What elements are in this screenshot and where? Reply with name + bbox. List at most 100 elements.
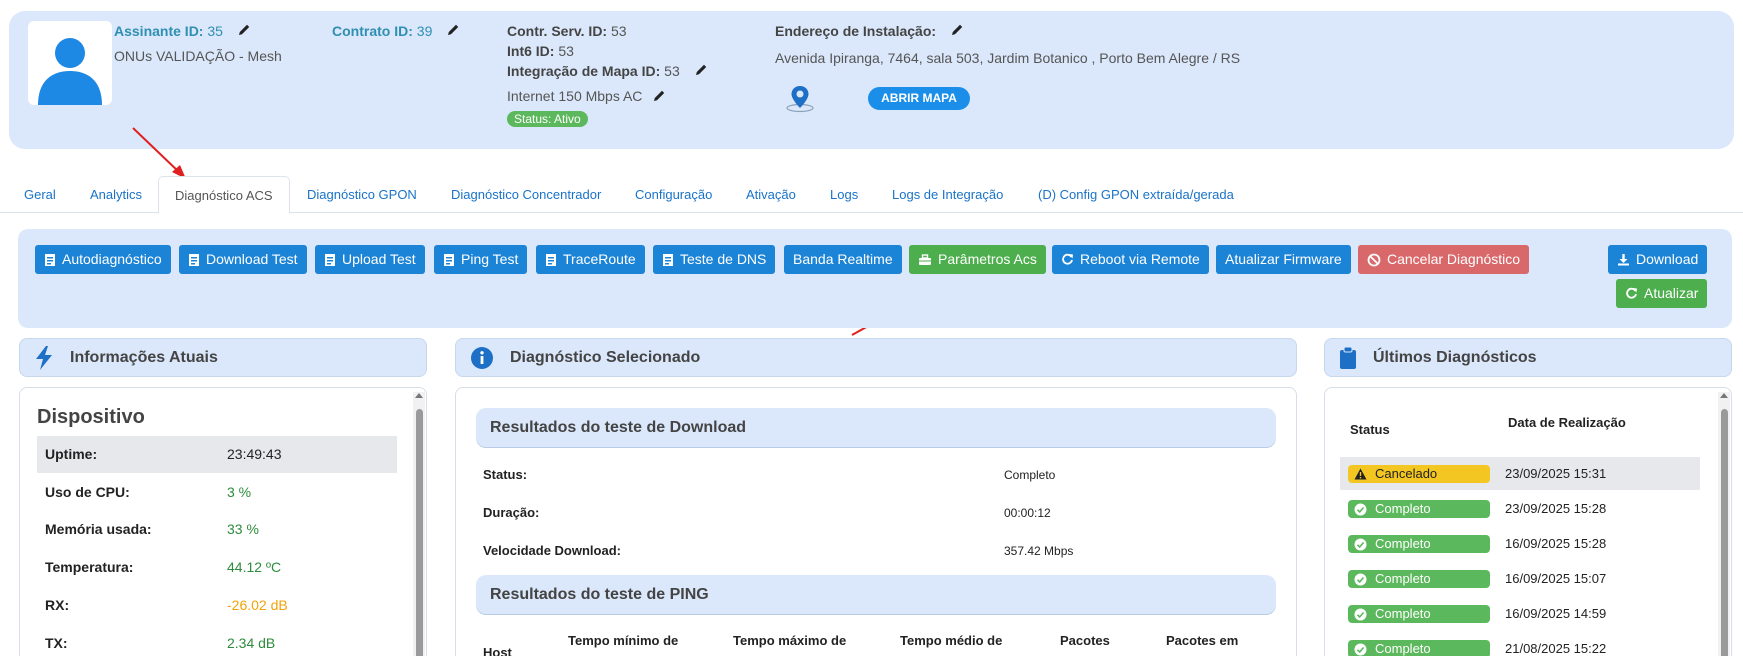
device-value: 3 % [227, 484, 252, 500]
status-badge: Completo [1348, 605, 1490, 623]
device-key: Temperatura: [45, 559, 134, 575]
selected-panel-title: Diagnóstico Selecionado [510, 348, 701, 366]
last-col-date: Data de Realização [1508, 415, 1626, 430]
last-scroll-thumb[interactable] [1721, 409, 1728, 656]
diag-date: 16/09/2025 15:07 [1505, 571, 1607, 586]
ping-test-label: Ping Test [461, 251, 519, 267]
device-value: 2.34 dB [227, 635, 276, 651]
scroll-up-icon[interactable] [1718, 392, 1730, 400]
result-duracao-value: 00:00:12 [1004, 506, 1051, 520]
tab-ativacao[interactable]: Ativação [744, 176, 798, 213]
status-text: Completo [1375, 536, 1431, 551]
autodiagnostico-label: Autodiagnóstico [62, 251, 162, 267]
selected-diagnostic-panel: Resultados do teste de Download Status: … [455, 387, 1297, 656]
tab-logs-integracao[interactable]: Logs de Integração [890, 176, 1005, 213]
download-icon [1618, 254, 1629, 266]
last-diagnostics-scrollbar[interactable] [1718, 392, 1730, 656]
tab-diagnostico-gpon[interactable]: Diagnóstico GPON [305, 176, 419, 213]
tab-analytics[interactable]: Analytics [88, 176, 144, 213]
ping-col-max: Tempo máximo de [733, 633, 847, 648]
device-row-temperature: Temperatura: 44.12 ºC [37, 549, 397, 586]
ping-test-button[interactable]: Ping Test [434, 245, 528, 274]
diag-row[interactable]: Cancelado 23/09/2025 15:31 [1340, 457, 1700, 490]
status-text: Cancelado [1375, 466, 1438, 481]
last-diagnostics-panel: Status Data de Realização Cancelado 23/0… [1324, 387, 1732, 656]
status-badge: Completo [1348, 535, 1490, 553]
result-key: Duração: [483, 505, 540, 520]
toolbox-icon [919, 253, 931, 265]
diag-date: 16/09/2025 14:59 [1505, 606, 1607, 621]
tab-bar: Geral Analytics Diagnóstico ACS Diagnóst… [0, 176, 1743, 214]
diag-date: 23/09/2025 15:31 [1505, 466, 1607, 481]
scroll-up-icon[interactable] [413, 392, 425, 400]
diagnostic-toolbar: Autodiagnóstico Download Test Upload Tes… [18, 229, 1732, 328]
device-key: TX: [45, 635, 68, 651]
download-button[interactable]: Download [1608, 245, 1708, 274]
device-key: Uptime: [45, 446, 98, 462]
parametros-acs-button[interactable]: Parâmetros Acs [909, 245, 1046, 274]
diag-row[interactable]: Completo 16/09/2025 14:59 [1340, 597, 1700, 630]
banda-realtime-label: Banda Realtime [793, 251, 893, 267]
cancelar-diagnostico-label: Cancelar Diagnóstico [1387, 251, 1521, 267]
tab-diagnostico-concentrador[interactable]: Diagnóstico Concentrador [449, 176, 603, 213]
download-results-title: Resultados do teste de Download [476, 408, 1276, 447]
result-key: Velocidade Download: [483, 543, 621, 558]
download-row-velocidade: Velocidade Download: [483, 543, 621, 558]
download-label: Download [1636, 251, 1699, 267]
diag-row[interactable]: Completo 21/08/2025 15:22 [1340, 632, 1700, 656]
status-text: Completo [1375, 501, 1431, 516]
device-value: 33 % [227, 521, 259, 537]
tab-configuracao[interactable]: Configuração [633, 176, 714, 213]
status-badge: Completo [1348, 640, 1490, 656]
download-row-status: Status: [483, 467, 527, 482]
tab-config-gpon[interactable]: (D) Config GPON extraída/gerada [1036, 176, 1236, 213]
refresh-icon [1626, 287, 1637, 299]
tab-geral[interactable]: Geral [22, 176, 58, 213]
result-velocidade-value: 357.42 Mbps [1004, 544, 1074, 558]
device-scroll-thumb[interactable] [416, 409, 423, 656]
teste-dns-button[interactable]: Teste de DNS [653, 245, 776, 274]
info-icon [470, 346, 494, 370]
last-panel-header: Últimos Diagnósticos [1324, 338, 1732, 377]
atualizar-firmware-button[interactable]: Atualizar Firmware [1216, 245, 1351, 274]
last-panel-title: Últimos Diagnósticos [1373, 348, 1537, 366]
ping-col-avg: Tempo médio de [900, 633, 1003, 648]
tab-logs[interactable]: Logs [828, 176, 860, 213]
traceroute-label: TraceRoute [563, 251, 636, 267]
atualizar-label: Atualizar [1644, 285, 1699, 301]
diag-row[interactable]: Completo 16/09/2025 15:28 [1340, 527, 1700, 560]
atualizar-button[interactable]: Atualizar [1616, 279, 1708, 308]
status-badge: Completo [1348, 570, 1490, 588]
device-scrollbar[interactable] [413, 392, 425, 656]
traceroute-button[interactable]: TraceRoute [536, 245, 645, 274]
diag-row[interactable]: Completo 23/09/2025 15:28 [1340, 492, 1700, 525]
document-icon [325, 253, 335, 266]
status-badge: Completo [1348, 500, 1490, 518]
diag-row[interactable]: Completo 16/09/2025 15:07 [1340, 562, 1700, 595]
refresh-icon [1062, 253, 1073, 265]
document-icon [45, 253, 55, 266]
upload-test-button[interactable]: Upload Test [315, 245, 425, 274]
device-title: Dispositivo [37, 406, 145, 428]
device-row-memory: Memória usada: 33 % [37, 511, 397, 548]
tab-diagnostico-acs[interactable]: Diagnóstico ACS [158, 176, 290, 214]
parametros-acs-label: Parâmetros Acs [938, 251, 1037, 267]
status-text: Completo [1375, 641, 1431, 656]
document-icon [189, 253, 199, 266]
device-row-rx: RX: -26.02 dB [37, 587, 397, 624]
document-icon [546, 253, 556, 266]
cancelar-diagnostico-button[interactable]: Cancelar Diagnóstico [1358, 245, 1530, 274]
device-row-tx: TX: 2.34 dB [37, 625, 397, 656]
banda-realtime-button[interactable]: Banda Realtime [784, 245, 902, 274]
download-test-button[interactable]: Download Test [179, 245, 307, 274]
clipboard-icon [1339, 346, 1357, 370]
reboot-remote-button[interactable]: Reboot via Remote [1052, 245, 1209, 274]
upload-test-label: Upload Test [342, 251, 416, 267]
ping-results-title: Resultados do teste de PING [476, 575, 1276, 614]
lightning-icon [34, 345, 54, 370]
ping-col-pacotes-em: Pacotes em [1166, 633, 1239, 648]
result-key: Status: [483, 467, 528, 482]
document-icon [444, 253, 454, 266]
document-icon [663, 253, 673, 266]
autodiagnostico-button[interactable]: Autodiagnóstico [35, 245, 171, 274]
